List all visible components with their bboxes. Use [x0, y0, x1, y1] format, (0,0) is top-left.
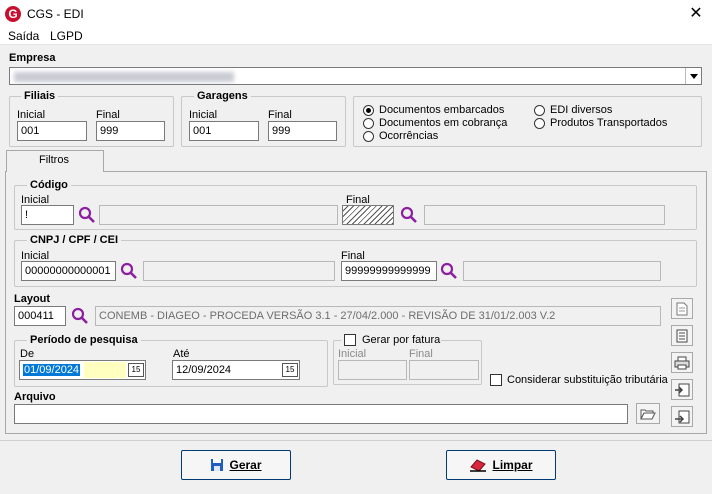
layout-label: Layout — [14, 293, 51, 305]
eraser-icon — [470, 459, 487, 472]
fatura-final-input — [409, 360, 479, 380]
dropdown-button[interactable] — [685, 68, 701, 84]
substituicao-label: Considerar substituição tributária — [507, 374, 668, 386]
calendar-icon[interactable]: 15 — [128, 363, 144, 377]
search-icon[interactable] — [400, 206, 418, 224]
periodo-ate-label: Até — [173, 348, 190, 360]
layout-description: CONEMB - DIAGEO - PROCEDA VERSÃO 3.1 - 2… — [95, 306, 661, 326]
tab-filtros-label: Filtros — [39, 154, 69, 166]
fatura-final-label: Final — [409, 348, 433, 360]
option-label: EDI diversos — [550, 104, 613, 116]
filiais-inicial-label: Inicial — [17, 109, 46, 121]
export-icon — [675, 383, 690, 396]
garagens-inicial-label: Inicial — [189, 109, 218, 121]
search-icon[interactable] — [120, 262, 138, 280]
cnpj-final-input[interactable]: 99999999999999 — [341, 261, 437, 281]
import-icon — [675, 410, 690, 423]
chevron-down-icon — [690, 74, 698, 79]
layout-code-input[interactable]: 000411 — [14, 306, 66, 326]
close-icon[interactable]: ✕ — [686, 4, 706, 24]
codigo-inicial-desc — [99, 205, 338, 225]
garagens-label: Garagens — [194, 90, 251, 102]
cnpj-inicial-input[interactable]: 00000000000001 — [21, 261, 116, 281]
periodo-de-label: De — [20, 348, 35, 360]
radio-documentos-embarcados[interactable] — [363, 105, 374, 116]
option-label: Documentos embarcados — [379, 104, 505, 116]
codigo-label: Código — [27, 179, 71, 191]
limpar-label: Limpar — [492, 458, 533, 472]
periodo-label: Período de pesquisa — [27, 334, 141, 346]
search-icon[interactable] — [440, 262, 458, 280]
side-button-list[interactable] — [671, 325, 693, 346]
periodo-de-value: 01/09/2024 — [23, 364, 81, 376]
option-label: Produtos Transportados — [550, 117, 668, 129]
side-button-import[interactable] — [671, 406, 693, 427]
document-icon — [676, 302, 688, 315]
fatura-inicial-input — [338, 360, 407, 380]
limpar-button[interactable]: Limpar — [446, 450, 556, 480]
side-button-document[interactable] — [671, 298, 693, 319]
menu-saida[interactable]: Saída — [8, 29, 39, 43]
fatura-inicial-label: Inicial — [338, 348, 367, 360]
app-logo-icon: G — [5, 6, 21, 22]
menu-lgpd[interactable]: LGPD — [50, 29, 83, 43]
filiais-label: Filiais — [21, 90, 59, 102]
option-label: Ocorrências — [379, 130, 439, 142]
garagens-final-input[interactable]: 999 — [268, 121, 337, 141]
radio-documentos-cobranca[interactable] — [363, 118, 374, 129]
notepad-icon — [676, 329, 688, 342]
radio-edi-diversos[interactable] — [534, 105, 545, 116]
gerar-button[interactable]: Gerar — [181, 450, 291, 480]
arquivo-label: Arquivo — [14, 391, 56, 403]
filiais-inicial-input[interactable]: 001 — [17, 121, 87, 141]
arquivo-input[interactable] — [14, 404, 628, 424]
fatura-label: Gerar por fatura — [362, 334, 441, 346]
garagens-final-label: Final — [268, 109, 292, 121]
empresa-label: Empresa — [9, 52, 56, 64]
option-label: Documentos em cobrança — [379, 117, 508, 129]
footer-divider — [0, 440, 712, 441]
folder-icon — [640, 409, 656, 419]
tab-line — [104, 171, 707, 172]
empresa-select[interactable] — [9, 67, 702, 85]
fatura-checkbox[interactable] — [344, 334, 356, 346]
menu-bar — [0, 28, 712, 45]
printer-icon — [674, 356, 690, 369]
calendar-icon[interactable]: 15 — [282, 363, 298, 377]
open-folder-button[interactable] — [636, 403, 660, 424]
filiais-final-label: Final — [96, 109, 120, 121]
substituicao-checkbox[interactable] — [490, 374, 502, 386]
periodo-ate-value: 12/09/2024 — [176, 364, 232, 376]
filiais-final-input[interactable]: 999 — [96, 121, 165, 141]
empresa-value-redacted — [14, 72, 234, 82]
gerar-label: Gerar — [229, 458, 262, 472]
codigo-final-input[interactable] — [342, 205, 394, 225]
save-icon — [211, 459, 224, 471]
cnpj-inicial-desc — [143, 261, 335, 281]
periodo-ate-input[interactable]: 12/09/2024 15 — [172, 360, 300, 380]
cnpj-final-desc — [463, 261, 661, 281]
radio-produtos-transportados[interactable] — [534, 118, 545, 129]
search-icon[interactable] — [71, 307, 89, 325]
codigo-final-desc — [424, 205, 665, 225]
garagens-inicial-input[interactable]: 001 — [189, 121, 259, 141]
title-bar — [0, 0, 712, 28]
input-highlight — [84, 362, 126, 378]
side-button-export[interactable] — [671, 379, 693, 400]
radio-ocorrencias[interactable] — [363, 131, 374, 142]
cnpj-label: CNPJ / CPF / CEI — [27, 234, 122, 246]
side-button-print[interactable] — [671, 352, 693, 373]
codigo-inicial-input[interactable]: ! — [21, 205, 74, 225]
search-icon[interactable] — [78, 206, 96, 224]
periodo-de-input[interactable]: 01/09/2024 15 — [19, 360, 146, 380]
window-title: CGS - EDI — [27, 7, 84, 21]
